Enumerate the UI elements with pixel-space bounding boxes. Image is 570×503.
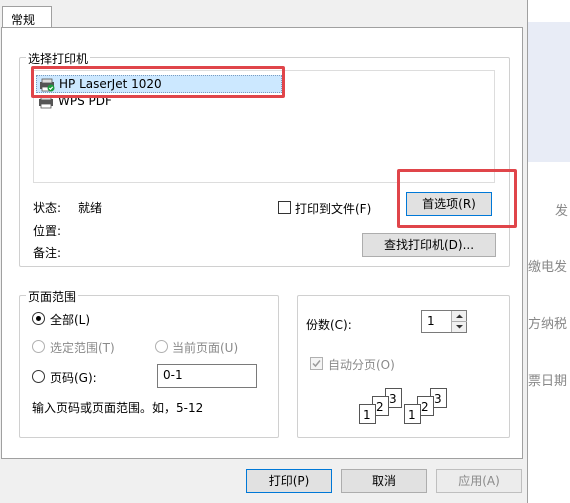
comment-label: 备注:	[33, 246, 62, 260]
range-all-label[interactable]: 全部(L)	[50, 311, 90, 328]
range-pages-label[interactable]: 页码(G):	[50, 369, 97, 386]
print-dialog: 常规 选择打印机 HP LaserJet 1020 WPS PDF 状态: 就绪…	[0, 0, 528, 503]
status-value: 就绪	[78, 201, 103, 215]
copies-label: 份数(C):	[306, 318, 352, 332]
location-label: 位置:	[33, 224, 62, 238]
range-selection-label: 选定范围(T)	[50, 341, 115, 355]
range-current-page-radio[interactable]	[155, 340, 168, 353]
highlight-annotation	[397, 169, 517, 228]
collate-sheet: 1	[359, 404, 376, 424]
collate-label: 自动分页(O)	[328, 358, 395, 372]
page-range-input[interactable]: 0-1	[157, 364, 257, 388]
background-text: 票日期	[528, 374, 568, 389]
page-range-hint: 输入页码或页面范围。如，5-12	[32, 401, 204, 415]
page-range-group-label: 页面范围	[26, 288, 79, 305]
select-printer-group-label: 选择打印机	[26, 50, 91, 67]
range-all-radio[interactable]	[32, 312, 45, 325]
print-to-file-checkbox[interactable]	[278, 201, 291, 214]
collate-sheet: 1	[404, 404, 421, 424]
copies-spinner[interactable]	[451, 311, 467, 332]
copies-value: 1	[427, 314, 435, 328]
range-pages-radio[interactable]	[32, 370, 45, 383]
find-printer-button[interactable]: 查找打印机(D)...	[362, 233, 496, 257]
background-text: 发	[555, 204, 569, 219]
collate-checkbox[interactable]	[310, 357, 323, 370]
print-to-file-label[interactable]: 打印到文件(F)	[295, 200, 371, 217]
status-label: 状态:	[33, 201, 62, 215]
background-panel	[527, 22, 570, 162]
background-text: 方纳税	[528, 317, 568, 332]
tab-general[interactable]: 常规	[2, 6, 52, 28]
apply-button[interactable]: 应用(A)	[436, 469, 522, 493]
highlight-annotation	[31, 66, 285, 98]
range-selection-radio[interactable]	[32, 340, 45, 353]
print-button[interactable]: 打印(P)	[246, 469, 332, 493]
cancel-button[interactable]: 取消	[341, 469, 427, 493]
range-current-page-label: 当前页面(U)	[172, 341, 239, 355]
background-text: 缴电发	[528, 260, 568, 275]
